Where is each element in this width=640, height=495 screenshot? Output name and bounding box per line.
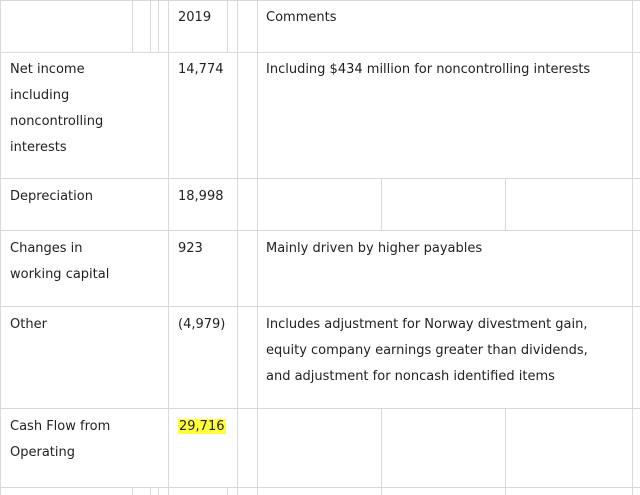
row-label: Other — [10, 317, 47, 332]
row-divider — [0, 408, 640, 409]
row-comment: Mainly driven by higher payables — [266, 241, 483, 256]
column-divider — [150, 0, 151, 52]
row-label: including — [10, 88, 70, 103]
column-divider — [132, 0, 133, 52]
row-comment: Including $434 million for noncontrollin… — [266, 62, 591, 77]
row-divider — [0, 306, 640, 307]
row-divider — [0, 487, 640, 488]
row-label: working capital — [10, 267, 110, 282]
header-comments: Comments — [266, 10, 337, 25]
cash-flow-table: 2019 Comments Net income including nonco… — [0, 0, 640, 495]
row-label: interests — [10, 140, 67, 155]
column-divider — [0, 0, 1, 495]
column-divider — [158, 0, 159, 52]
row-divider — [0, 178, 640, 179]
header-year: 2019 — [178, 10, 212, 25]
column-divider — [158, 487, 159, 495]
column-divider — [227, 487, 228, 495]
column-divider — [381, 178, 382, 230]
row-value-highlighted: 29,716 — [178, 414, 226, 440]
column-divider — [237, 0, 238, 495]
row-label: Changes in — [10, 241, 83, 256]
column-divider — [168, 0, 169, 495]
row-divider — [0, 230, 640, 231]
row-value: 14,774 — [178, 62, 224, 77]
row-divider — [0, 52, 640, 53]
row-value: 923 — [178, 241, 203, 256]
column-divider — [132, 487, 133, 495]
column-divider — [150, 487, 151, 495]
column-divider — [257, 0, 258, 495]
column-divider — [227, 0, 228, 52]
highlighted-value: 29,716 — [178, 419, 226, 434]
row-value: (4,979) — [178, 317, 226, 332]
row-label: Net income — [10, 62, 85, 77]
row-value: 18,998 — [178, 189, 224, 204]
table-border — [0, 0, 640, 1]
row-comment: Includes adjustment for Norway divestmen… — [266, 317, 588, 332]
column-divider — [505, 178, 506, 230]
row-label: Operating — [10, 445, 75, 460]
row-label: noncontrolling — [10, 114, 104, 129]
column-divider — [505, 408, 506, 495]
column-divider — [632, 0, 633, 495]
row-label: Cash Flow from — [10, 419, 111, 434]
row-label: Depreciation — [10, 189, 93, 204]
row-comment: and adjustment for noncash identified it… — [266, 369, 555, 384]
column-divider — [381, 408, 382, 495]
row-comment: equity company earnings greater than div… — [266, 343, 588, 358]
